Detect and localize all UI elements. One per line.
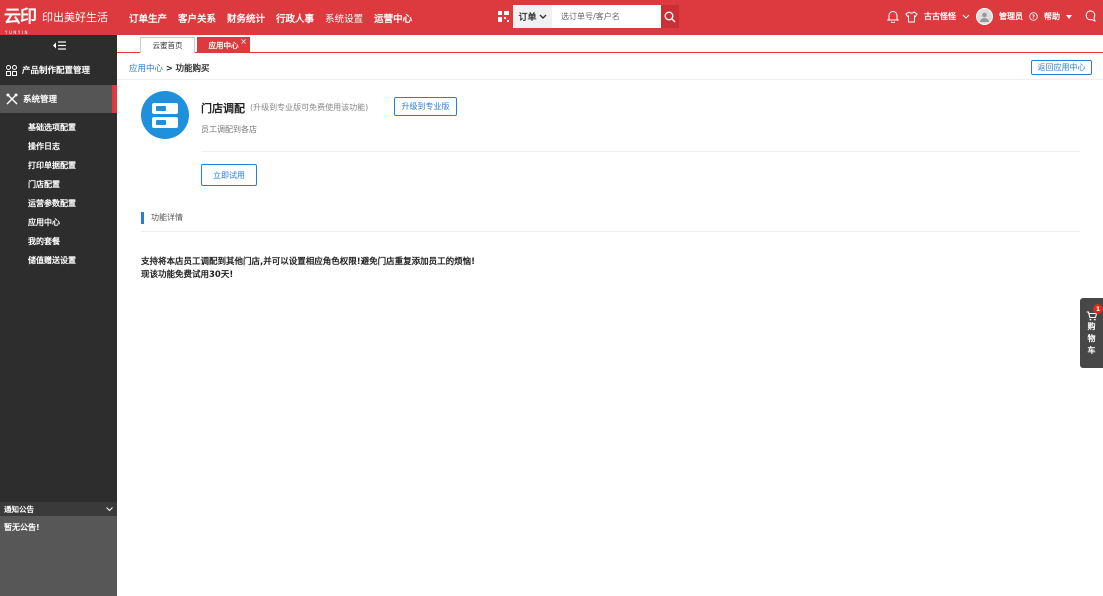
tab-label: 云蜜首页 [152, 41, 183, 50]
tools-icon [6, 93, 18, 105]
grid-icon [6, 64, 17, 76]
logo[interactable]: 云印 YUNYIN 印出美好生活 [4, 5, 108, 36]
top-bar: 云印 YUNYIN 印出美好生活 订单生产 客户关系 财务统计 行政人事 系统设… [0, 0, 1103, 35]
sidebar-collapse-button[interactable] [0, 35, 117, 56]
feature-detail-line: 支持将本店员工调配到其他门店,并可以设置相应角色权限!避免门店重复添加员工的烦恼… [141, 257, 475, 267]
sidebar-group-product-config[interactable]: 产品制作配置管理 [0, 56, 117, 84]
shopping-cart-button[interactable]: 1 购 物 车 [1080, 298, 1103, 368]
tab-label: 应用中心 [208, 41, 239, 50]
sidebar-item-ops-params[interactable]: 运营参数配置 [0, 194, 117, 213]
breadcrumb: 应用中心 > 功能购买 [129, 62, 210, 74]
divider [117, 79, 1103, 80]
search-icon [664, 11, 676, 22]
search-button[interactable] [661, 5, 679, 28]
upgrade-to-pro-button[interactable]: 升级到专业版 [394, 97, 457, 116]
qr-code-icon[interactable] [498, 11, 509, 22]
notice-title: 通知公告 [4, 504, 34, 514]
cart-label-char: 购 [1087, 322, 1096, 331]
sidebar-item-my-plan[interactable]: 我的套餐 [0, 232, 117, 251]
sidebar-item-basic-options[interactable]: 基础选项配置 [0, 118, 117, 137]
help-link[interactable]: 帮助 [1044, 11, 1060, 22]
menu-collapse-icon [52, 41, 66, 50]
cart-count-badge: 1 [1093, 304, 1103, 314]
store-transfer-icon [152, 103, 178, 128]
username[interactable]: 管理员 [999, 11, 1023, 22]
notice-body: 暂无公告! [4, 523, 40, 532]
divider [141, 231, 1080, 232]
section-heading: 功能详情 [141, 212, 183, 224]
breadcrumb-current: 功能购买 [175, 64, 210, 74]
nav-customer-relations[interactable]: 客户关系 [178, 11, 216, 25]
tshirt-icon[interactable] [905, 10, 918, 23]
notice-panel: 通知公告 暂无公告! [0, 502, 117, 596]
sidebar-item-operation-log[interactable]: 操作日志 [0, 137, 117, 156]
search-type-select[interactable]: 订单 [513, 5, 552, 28]
feature-detail-text: 支持将本店员工调配到其他门店,并可以设置相应角色权限!避免门店重复添加员工的烦恼… [141, 256, 475, 282]
logo-slogan: 印出美好生活 [42, 11, 108, 24]
store-name[interactable]: 古古怪怪 [924, 11, 956, 22]
top-right-tools: 古古怪怪 管理员 ? 帮助 [887, 8, 1097, 25]
top-nav: 订单生产 客户关系 财务统计 行政人事 系统设置 运营中心 [129, 11, 412, 25]
nav-system-settings[interactable]: 系统设置 [325, 11, 363, 25]
sidebar-menu: 基础选项配置 操作日志 打印单据配置 门店配置 运营参数配置 应用中心 我的套餐… [0, 113, 117, 270]
tab-home[interactable]: 云蜜首页 [140, 37, 195, 53]
help-circle-icon[interactable]: ? [1029, 12, 1038, 21]
breadcrumb-separator: > [165, 64, 173, 74]
back-to-app-center-button[interactable]: 返回应用中心 [1031, 60, 1092, 75]
feature-detail-line: 现该功能免费试用30天! [141, 270, 234, 280]
chevron-down-icon[interactable] [962, 14, 970, 20]
search-type-label: 订单 [518, 13, 537, 23]
try-now-button[interactable]: 立即试用 [201, 164, 257, 186]
chevron-down-icon [106, 506, 113, 511]
sidebar: 产品制作配置管理 系统管理 基础选项配置 操作日志 打印单据配置 门店配置 运营… [0, 35, 117, 596]
app-title: 门店调配 [201, 102, 245, 115]
nav-order-production[interactable]: 订单生产 [129, 11, 167, 25]
app-description: 员工调配到各店 [201, 125, 257, 134]
sidebar-item-print-config[interactable]: 打印单据配置 [0, 156, 117, 175]
breadcrumb-parent-link[interactable]: 应用中心 [129, 64, 163, 74]
nav-operations-center[interactable]: 运营中心 [374, 11, 412, 25]
sidebar-item-store-config[interactable]: 门店配置 [0, 175, 117, 194]
tab-bar: 云蜜首页 应用中心 × [117, 35, 1103, 53]
sidebar-item-stored-value-gift[interactable]: 储值赠送设置 [0, 251, 117, 270]
sidebar-group-system-management[interactable]: 系统管理 [0, 85, 117, 113]
search-bar: 订单 [513, 5, 679, 28]
cart-label-char: 物 [1087, 334, 1096, 343]
chevron-down-icon [539, 14, 546, 19]
sidebar-item-app-center[interactable]: 应用中心 [0, 213, 117, 232]
notice-header[interactable]: 通知公告 [0, 502, 117, 516]
sidebar-group-label: 产品制作配置管理 [22, 66, 91, 76]
logo-mark: 云印 YUNYIN [4, 7, 37, 36]
store-transfer-app-icon [141, 91, 189, 139]
bell-icon[interactable] [887, 10, 899, 23]
avatar[interactable] [976, 8, 993, 25]
nav-hr-admin[interactable]: 行政人事 [276, 11, 314, 25]
nav-finance-stats[interactable]: 财务统计 [227, 11, 265, 25]
tab-app-center[interactable]: 应用中心 × [197, 37, 250, 53]
sidebar-group-label: 系统管理 [23, 95, 58, 105]
logo-text: 云印 [4, 7, 37, 27]
chat-icon[interactable] [1084, 10, 1097, 23]
user-avatar-icon [980, 12, 989, 22]
tab-close-icon[interactable]: × [240, 37, 247, 46]
search-input[interactable] [552, 5, 661, 28]
caret-down-icon[interactable] [1066, 14, 1072, 19]
cart-label-char: 车 [1087, 346, 1096, 355]
divider [201, 151, 1080, 152]
svg-text:?: ? [1032, 15, 1035, 21]
app-upgrade-hint: (升级到专业版可免费使用该功能) [250, 103, 369, 112]
